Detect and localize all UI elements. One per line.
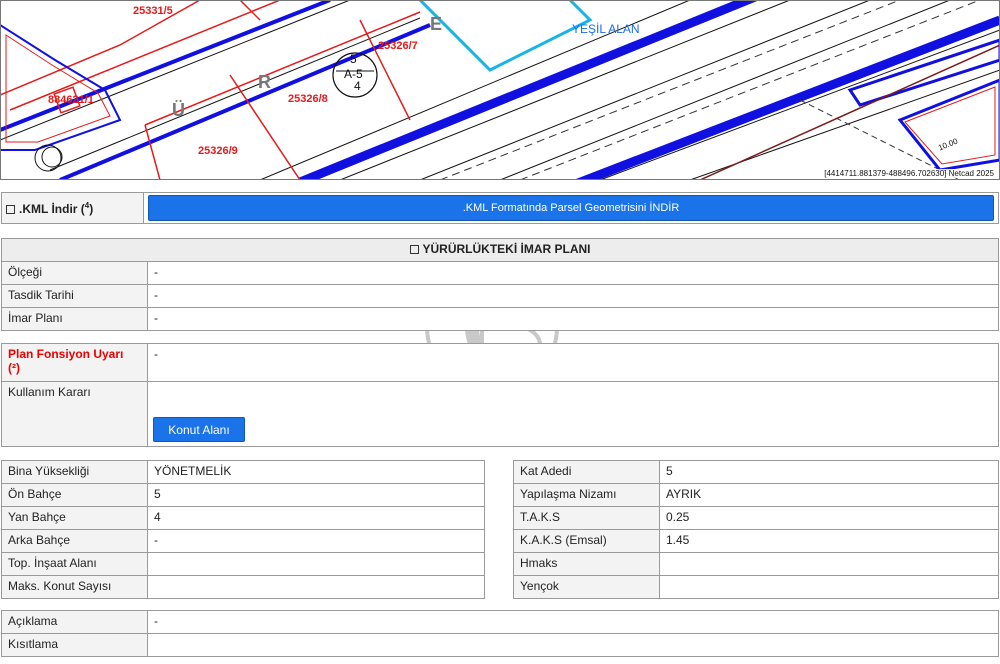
parcel-map[interactable]: 25331/5 25326/7 25326/8 25326/9 884621/1… [0, 0, 1000, 180]
plan-top: 5 [350, 52, 357, 66]
konut-alani-button[interactable]: Konut Alanı [153, 417, 245, 442]
parcel-label: 25331/5 [133, 5, 173, 17]
table-row: Ölçeği - [1, 261, 999, 285]
checkbox-icon [6, 204, 15, 214]
row-label: Maks. Konut Sayısı [1, 575, 148, 599]
plan-bottom: 4 [354, 79, 361, 93]
row-value: 1.45 [659, 529, 999, 553]
table-row: Plan Fonsiyon Uyarı (²) - [1, 343, 999, 382]
table-row: Top. İnşaat Alanı [1, 552, 485, 576]
table-row: Yençok [513, 575, 999, 599]
floor-table: Kat Adedi 5 Yapılaşma Nizamı AYRIK T.A.K.S… [513, 460, 999, 599]
table-row: Arka Bahçe - [1, 529, 485, 553]
row-label: Açıklama [1, 610, 148, 634]
plan-function-value: - [147, 343, 999, 382]
table-row: Kat Adedi 5 [513, 460, 999, 484]
table-row: Maks. Konut Sayısı [1, 575, 485, 599]
row-value: - [147, 610, 999, 634]
row-label: Bina Yüksekliği [1, 460, 148, 484]
usage-decision-label: Kullanım Kararı [1, 381, 148, 447]
row-label: Yapılaşma Nizamı [513, 483, 660, 507]
parcel-label: 25326/9 [198, 145, 238, 157]
row-value: - [147, 261, 999, 285]
kml-download-button[interactable]: .KML Formatında Parsel Geometrisini İNDİ… [148, 195, 994, 221]
row-label: Top. İnşaat Alanı [1, 552, 148, 576]
row-value [147, 633, 999, 657]
plan-function-warning-label: Plan Fonsiyon Uyarı (²) [1, 343, 148, 382]
row-value [147, 575, 485, 599]
row-label: Yan Bahçe [1, 506, 148, 530]
imar-plan-table: YÜRÜRLÜKTEKİ İMAR PLANI Ölçeği - Tasdik … [1, 238, 999, 331]
checkbox-icon [409, 245, 419, 255]
zone-label: YEŞİL ALAN [572, 22, 640, 36]
parcel-label: 25326/7 [378, 40, 418, 52]
table-row: Ön Bahçe 5 [1, 483, 485, 507]
row-value: 5 [147, 483, 485, 507]
row-label: K.A.K.S (Emsal) [513, 529, 660, 553]
table-row: Hmaks [513, 552, 999, 576]
table-row: T.A.K.S 0.25 [513, 506, 999, 530]
row-value [659, 575, 999, 599]
row-value: 0.25 [659, 506, 999, 530]
table-row: İmar Planı - [1, 307, 999, 331]
parcel-label: 884621/1 [48, 94, 94, 106]
table-row: Bina Yüksekliği YÖNETMELİK [1, 460, 485, 484]
row-value: YÖNETMELİK [147, 460, 485, 484]
row-label: İmar Planı [1, 307, 148, 331]
table-row: Yapılaşma Nizamı AYRIK [513, 483, 999, 507]
map-coordinates: [4414711.881379-488496.702630] Netcad 20… [822, 169, 996, 178]
row-label: Ölçeği [1, 261, 148, 285]
row-value: 5 [659, 460, 999, 484]
row-label: Yençok [513, 575, 660, 599]
notes-table: Açıklama - Kısıtlama [1, 610, 999, 657]
street-letter: Ü [172, 100, 185, 120]
row-label: Ön Bahçe [1, 483, 148, 507]
street-letter: R [258, 72, 271, 92]
table-row: Yan Bahçe 4 [1, 506, 485, 530]
kml-download-table: .KML İndir (4) .KML Formatında Parsel Ge… [1, 192, 999, 224]
street-letter: E [430, 14, 443, 34]
kml-label: .KML İndir (4) [1, 192, 144, 224]
row-label: Kısıtlama [1, 633, 148, 657]
row-label: Kat Adedi [513, 460, 660, 484]
row-value: - [147, 284, 999, 308]
map-canvas [0, 0, 1000, 180]
row-label: Arka Bahçe [1, 529, 148, 553]
parcel-label: 25326/8 [288, 93, 328, 105]
building-table: Bina Yüksekliği YÖNETMELİK Ön Bahçe 5 Yan … [1, 460, 485, 599]
plan-function-table: Plan Fonsiyon Uyarı (²) - Kullanım Kararı… [1, 343, 999, 447]
table-row: Açıklama - [1, 610, 999, 634]
row-label: Tasdik Tarihi [1, 284, 148, 308]
row-label: T.A.K.S [513, 506, 660, 530]
row-value [659, 552, 999, 576]
row-value: - [147, 529, 485, 553]
table-row: Tasdik Tarihi - [1, 284, 999, 308]
table-row: Kullanım Kararı Konut Alanı [1, 381, 999, 447]
row-value [147, 552, 485, 576]
table-row: Kısıtlama [1, 633, 999, 657]
row-value: 4 [147, 506, 485, 530]
row-label: Hmaks [513, 552, 660, 576]
table-row: K.A.K.S (Emsal) 1.45 [513, 529, 999, 553]
row-value: AYRIK [659, 483, 999, 507]
imar-plan-title: YÜRÜRLÜKTEKİ İMAR PLANI [1, 238, 999, 262]
row-value: - [147, 307, 999, 331]
